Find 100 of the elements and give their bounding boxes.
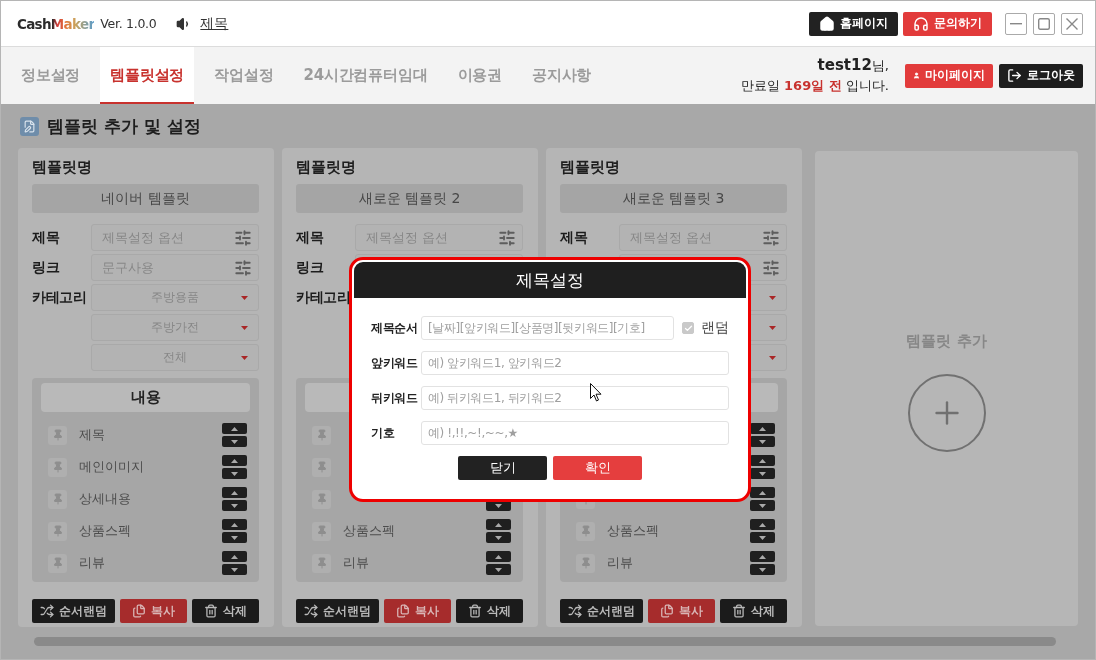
item-label: 상세내용 bbox=[79, 490, 131, 508]
homepage-button[interactable]: 홈페이지 bbox=[809, 11, 898, 36]
field-label: 링크 bbox=[296, 258, 325, 277]
move-down-button[interactable] bbox=[222, 500, 247, 511]
move-down-button[interactable] bbox=[486, 564, 511, 575]
sliders-icon[interactable] bbox=[762, 259, 780, 277]
move-down-button[interactable] bbox=[750, 468, 775, 479]
caret-up-icon bbox=[759, 490, 766, 495]
copy-button[interactable]: 복사 bbox=[384, 599, 451, 623]
template-name-field[interactable]: 새로운 템플릿 2 bbox=[296, 184, 523, 213]
inquiry-button[interactable]: 문의하기 bbox=[903, 11, 992, 36]
card-heading: 템플릿명 bbox=[296, 157, 357, 177]
move-up-button[interactable] bbox=[222, 423, 247, 434]
move-up-button[interactable] bbox=[750, 455, 775, 466]
move-up-button[interactable] bbox=[222, 487, 247, 498]
move-up-button[interactable] bbox=[486, 551, 511, 562]
dialog-title: 제목설정 bbox=[354, 262, 746, 298]
notice-link[interactable]: 제목 bbox=[200, 14, 229, 33]
field-label: 기호 bbox=[371, 424, 396, 442]
move-down-button[interactable] bbox=[222, 436, 247, 447]
trash-icon bbox=[468, 604, 482, 618]
nav-tab[interactable]: 정보설정 bbox=[11, 47, 91, 104]
move-down-button[interactable] bbox=[750, 564, 775, 575]
template-name-field[interactable]: 네이버 템플릿 bbox=[32, 184, 259, 213]
horizontal-scrollbar[interactable] bbox=[34, 637, 1056, 646]
caret-down-icon bbox=[769, 356, 776, 360]
move-down-button[interactable] bbox=[222, 468, 247, 479]
field-label: 제목 bbox=[296, 228, 325, 247]
move-up-button[interactable] bbox=[222, 455, 247, 466]
field-label: 카테고리 bbox=[32, 288, 88, 307]
confirm-button[interactable]: 확인 bbox=[553, 456, 642, 480]
caret-down-icon bbox=[495, 535, 502, 540]
shuffle-order-button[interactable]: 순서랜덤 bbox=[560, 599, 643, 623]
move-down-button[interactable] bbox=[750, 532, 775, 543]
copy-icon bbox=[396, 604, 410, 618]
caret-down-icon bbox=[231, 439, 238, 444]
logout-button[interactable]: 로그아웃 bbox=[999, 63, 1083, 88]
nav-tab[interactable]: 이용권 bbox=[447, 47, 512, 104]
template-name-field[interactable]: 새로운 템플릿 3 bbox=[560, 184, 787, 213]
caret-down-icon bbox=[759, 567, 766, 572]
sliders-icon[interactable] bbox=[762, 229, 780, 247]
delete-button[interactable]: 삭제 bbox=[192, 599, 259, 623]
checkbox-label: 랜덤 bbox=[701, 319, 729, 337]
version-label: Ver. 1.0.0 bbox=[100, 16, 157, 31]
move-down-button[interactable] bbox=[222, 564, 247, 575]
field-label: 제목 bbox=[560, 228, 589, 247]
shuffle-icon bbox=[568, 604, 582, 618]
sliders-icon[interactable] bbox=[234, 229, 252, 247]
item-label: 리뷰 bbox=[79, 554, 105, 572]
move-down-button[interactable] bbox=[750, 436, 775, 447]
sliders-icon[interactable] bbox=[234, 259, 252, 277]
caret-up-icon bbox=[495, 554, 502, 559]
close-button[interactable]: 닫기 bbox=[458, 456, 547, 480]
caret-up-icon bbox=[231, 458, 238, 463]
item-label: 상품스펙 bbox=[607, 522, 659, 540]
move-up-button[interactable] bbox=[486, 519, 511, 530]
minimize-button[interactable] bbox=[1005, 12, 1027, 35]
sliders-icon[interactable] bbox=[498, 229, 516, 247]
delete-button[interactable]: 삭제 bbox=[456, 599, 523, 623]
nav-tab[interactable]: 공지사항 bbox=[521, 47, 602, 104]
move-up-button[interactable] bbox=[222, 551, 247, 562]
move-down-button[interactable] bbox=[750, 500, 775, 511]
field-label: 앞키워드 bbox=[371, 354, 419, 372]
maximize-button[interactable] bbox=[1033, 12, 1055, 35]
shuffle-icon bbox=[304, 604, 318, 618]
section-title: 템플릿 추가 및 설정 bbox=[47, 114, 201, 138]
document-icon bbox=[20, 116, 39, 136]
nav-tab[interactable]: 작업설정 bbox=[204, 47, 284, 104]
trash-icon bbox=[204, 604, 218, 618]
caret-down-icon bbox=[759, 503, 766, 508]
text-field[interactable]: 예) 앞키워드1, 앞키워드2 bbox=[421, 351, 729, 375]
move-down-button[interactable] bbox=[486, 532, 511, 543]
move-up-button[interactable] bbox=[222, 519, 247, 530]
field-label: 뒤키워드 bbox=[371, 389, 419, 407]
mypage-button[interactable]: 마이페이지 bbox=[905, 63, 993, 88]
item-label: 메인이미지 bbox=[79, 458, 144, 476]
caret-down-icon bbox=[231, 471, 238, 476]
field-label: 제목 bbox=[32, 228, 61, 247]
move-down-button[interactable] bbox=[222, 532, 247, 543]
item-label: 리뷰 bbox=[607, 554, 633, 572]
text-field[interactable]: 예) !,!!,~!,~~,★ bbox=[421, 421, 729, 445]
move-up-button[interactable] bbox=[750, 551, 775, 562]
move-up-button[interactable] bbox=[750, 423, 775, 434]
move-up-button[interactable] bbox=[750, 519, 775, 530]
caret-down-icon bbox=[769, 296, 776, 300]
cursor-icon bbox=[590, 383, 602, 402]
caret-down-icon bbox=[231, 567, 238, 572]
shuffle-order-button[interactable]: 순서랜덤 bbox=[296, 599, 379, 623]
move-up-button[interactable] bbox=[750, 487, 775, 498]
text-field[interactable]: 예) 뒤키워드1, 뒤키워드2 bbox=[421, 386, 729, 410]
copy-button[interactable]: 복사 bbox=[648, 599, 715, 623]
minimize-icon bbox=[1010, 22, 1022, 25]
nav-tab[interactable]: 24시간컴퓨터임대 bbox=[293, 47, 438, 104]
close-window-button[interactable] bbox=[1061, 12, 1083, 35]
delete-button[interactable]: 삭제 bbox=[720, 599, 787, 623]
copy-button[interactable]: 복사 bbox=[120, 599, 187, 623]
shuffle-order-button[interactable]: 순서랜덤 bbox=[32, 599, 115, 623]
text-field[interactable]: [날짜][앞키워드][상품명][뒷키워드][기호] bbox=[421, 316, 674, 340]
item-label: 상품스펙 bbox=[79, 522, 131, 540]
nav-tab[interactable]: 템플릿설정 bbox=[100, 47, 195, 104]
